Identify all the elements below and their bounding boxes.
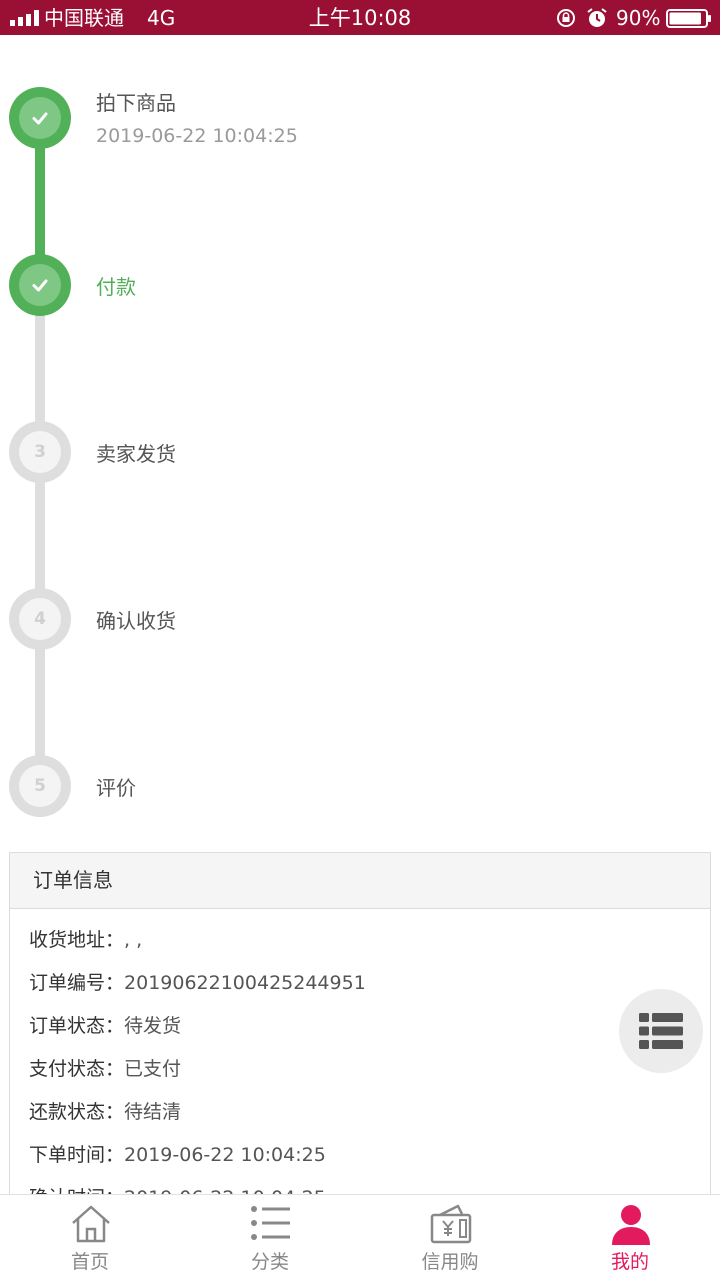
- order-number-row: 订单编号：20190622100425244951: [29, 969, 366, 997]
- alarm-icon: [587, 8, 607, 27]
- row-label: 订单编号：: [29, 972, 125, 994]
- battery-icon: [666, 9, 711, 28]
- row-value: 20190622100425244951: [124, 972, 366, 994]
- order-time-row: 下单时间：2019-06-22 10:04:25: [29, 1141, 326, 1169]
- clock: 上午10:08: [308, 6, 412, 30]
- check-icon: [32, 112, 48, 125]
- step-2-indicator: [9, 254, 71, 316]
- check-icon: [32, 279, 48, 292]
- step-4-title: 确认收货: [96, 609, 176, 633]
- home-icon: [72, 1205, 110, 1243]
- row-label: 支付状态：: [29, 1058, 125, 1080]
- step-4-number: 4: [19, 598, 61, 640]
- row-label: 收货地址：: [29, 929, 125, 951]
- order-progress-steps: 拍下商品 2019-06-22 10:04:25 付款 3 卖家发货 4 确认收…: [0, 35, 720, 855]
- row-value: 待发货: [124, 1015, 182, 1037]
- row-value: 待结清: [124, 1101, 182, 1123]
- step-connector: [35, 482, 45, 592]
- category-list-icon: [251, 1206, 290, 1240]
- payment-status-row: 支付状态：已支付: [29, 1055, 181, 1083]
- step-1-time: 2019-06-22 10:04:25: [96, 125, 298, 147]
- nav-label: 信用购: [421, 1251, 479, 1273]
- step-connector: [35, 315, 45, 425]
- list-menu-icon: [639, 1013, 683, 1049]
- status-bar: 中国联通 4G 上午10:08 90%: [0, 0, 720, 35]
- user-icon: [612, 1205, 650, 1245]
- nav-mine[interactable]: 我的: [540, 1195, 720, 1280]
- step-5-indicator: 5: [9, 755, 71, 817]
- battery-percent: 90%: [616, 6, 661, 30]
- step-3-indicator: 3: [9, 421, 71, 483]
- nav-label: 分类: [250, 1251, 289, 1273]
- order-info-card: 订单信息 收货地址：, , 订单编号：20190622100425244951 …: [9, 852, 711, 1212]
- floating-menu-button[interactable]: [619, 989, 703, 1073]
- step-3-title: 卖家发货: [96, 442, 176, 466]
- row-label: 订单状态：: [29, 1015, 125, 1037]
- nav-credit-buy[interactable]: 信用购: [360, 1195, 540, 1280]
- row-label: 下单时间：: [29, 1144, 125, 1166]
- row-label: 还款状态：: [29, 1101, 125, 1123]
- step-4-indicator: 4: [9, 588, 71, 650]
- nav-home[interactable]: 首页: [0, 1195, 180, 1280]
- step-connector-done: [35, 148, 45, 258]
- nav-category[interactable]: 分类: [180, 1195, 360, 1280]
- step-5-title: 评价: [96, 776, 136, 800]
- row-value: 已支付: [124, 1058, 182, 1080]
- nav-label: 我的: [610, 1251, 649, 1273]
- rotation-lock-icon: [557, 9, 575, 27]
- shipping-address-row: 收货地址：, ,: [29, 926, 142, 954]
- step-2-title: 付款: [96, 275, 136, 299]
- order-info-header: 订单信息: [10, 853, 710, 909]
- nav-label: 首页: [70, 1251, 109, 1273]
- step-3-number: 3: [19, 431, 61, 473]
- step-5-number: 5: [19, 765, 61, 807]
- step-1-indicator: [9, 87, 71, 149]
- order-status-row: 订单状态：待发货: [29, 1012, 181, 1040]
- repayment-status-row: 还款状态：待结清: [29, 1098, 181, 1126]
- row-value: , ,: [124, 929, 143, 951]
- credit-wallet-icon: [430, 1204, 472, 1244]
- step-1-title: 拍下商品: [96, 91, 176, 115]
- row-value: 2019-06-22 10:04:25: [124, 1144, 326, 1166]
- bottom-nav: 首页 分类 信用购 我的: [0, 1194, 720, 1280]
- step-connector: [35, 649, 45, 759]
